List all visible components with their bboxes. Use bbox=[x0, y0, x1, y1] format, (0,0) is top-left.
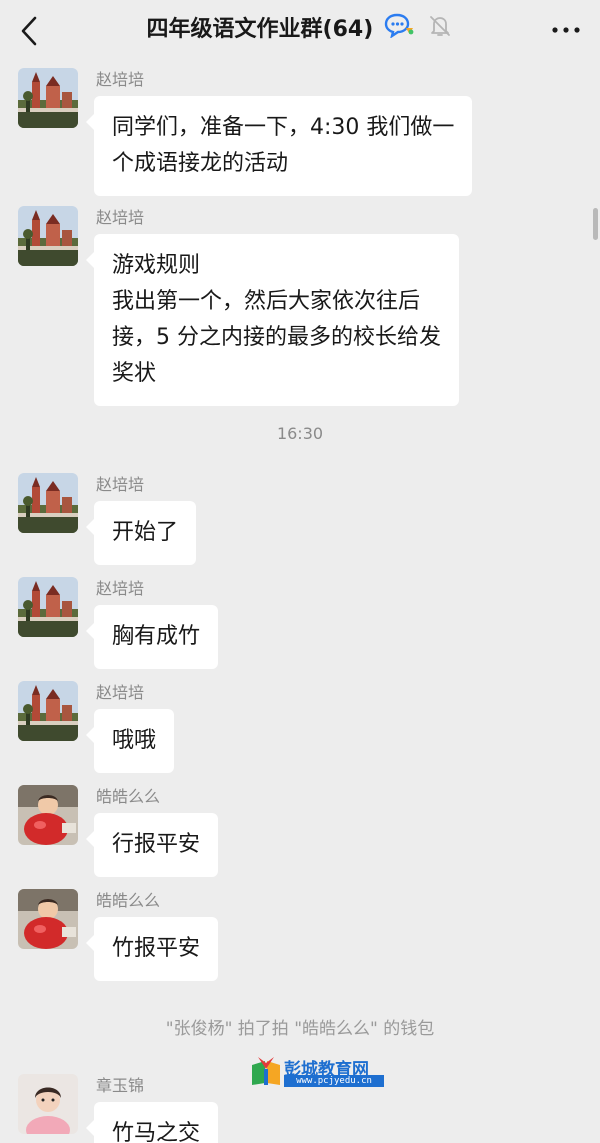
sender-name: 赵培培 bbox=[96, 579, 145, 598]
message-text-line: 竹马之交 bbox=[112, 1121, 201, 1143]
avatar[interactable] bbox=[18, 577, 78, 637]
castle-photo-icon bbox=[18, 681, 78, 741]
child-red-photo-icon bbox=[18, 889, 78, 949]
message-text-line: 我出第一个，然后大家依次往后 bbox=[112, 289, 421, 314]
message-bubble[interactable]: 同学们，准备一下，4:30 我们做一 个成语接龙的活动 bbox=[85, 96, 473, 196]
title-icons bbox=[384, 12, 453, 51]
avatar[interactable] bbox=[18, 206, 78, 266]
chat-header: 四年级语文作业群(64) bbox=[0, 0, 600, 64]
message-list[interactable]: 赵培培 同学们，准备一下，4:30 我们做一 个成语接龙的活动 赵培培 游戏规则… bbox=[0, 64, 600, 1143]
avatar[interactable] bbox=[18, 889, 78, 949]
sender-name: 赵培培 bbox=[96, 683, 145, 702]
avatar[interactable] bbox=[18, 681, 78, 741]
sender-name: 皓皓么么 bbox=[96, 787, 161, 806]
sender-name: 章玉锦 bbox=[96, 1076, 145, 1095]
avatar[interactable] bbox=[18, 1074, 78, 1134]
child-pink-photo-icon bbox=[18, 1074, 78, 1134]
avatar[interactable] bbox=[18, 785, 78, 845]
message-bubble[interactable]: 哦哦 bbox=[85, 709, 175, 773]
scrollbar[interactable] bbox=[593, 208, 598, 240]
timestamp: 16:30 bbox=[276, 424, 324, 443]
message-bubble[interactable]: 胸有成竹 bbox=[85, 605, 219, 669]
watermark-url: www.pcjyedu.cn bbox=[284, 1075, 384, 1087]
sender-name: 皓皓么么 bbox=[96, 891, 161, 910]
message-text-line: 行报平安 bbox=[112, 832, 201, 857]
avatar[interactable] bbox=[18, 473, 78, 533]
message-text-line: 接，5 分之内接的最多的校长给发 bbox=[112, 325, 441, 350]
title-container: 四年级语文作业群(64) bbox=[0, 12, 600, 48]
message-text-line: 胸有成竹 bbox=[112, 624, 201, 649]
message-bubble[interactable]: 竹报平安 bbox=[85, 917, 219, 981]
message-bubble[interactable]: 行报平安 bbox=[85, 813, 219, 877]
castle-photo-icon bbox=[18, 473, 78, 533]
more-dots-icon bbox=[552, 27, 580, 33]
sender-name: 赵培培 bbox=[96, 208, 145, 227]
sender-name: 赵培培 bbox=[96, 475, 145, 494]
more-button[interactable] bbox=[548, 16, 584, 44]
system-notice: "张俊杨" 拍了拍 "皓皓么么" 的钱包 bbox=[165, 1019, 435, 1039]
message-text-line: 开始了 bbox=[112, 520, 179, 545]
mute-bell-icon bbox=[430, 16, 451, 36]
group-chat-badge-icon bbox=[385, 13, 414, 39]
message-bubble[interactable]: 开始了 bbox=[85, 501, 197, 565]
message-bubble[interactable]: 竹马之交 bbox=[85, 1102, 219, 1143]
watermark: 彭城教育网 www.pcjyedu.cn bbox=[250, 1055, 384, 1089]
message-text-line: 竹报平安 bbox=[112, 936, 201, 961]
message-text-line: 游戏规则 bbox=[112, 253, 201, 278]
message-bubble[interactable]: 游戏规则 我出第一个，然后大家依次往后 接，5 分之内接的最多的校长给发 奖状 bbox=[86, 234, 459, 406]
child-red-photo-icon bbox=[18, 785, 78, 845]
sender-name: 赵培培 bbox=[96, 70, 145, 89]
message-text-line: 同学们，准备一下，4:30 我们做一 bbox=[112, 115, 455, 140]
chat-title: 四年级语文作业群(64) bbox=[146, 17, 374, 42]
book-logo-icon bbox=[252, 1057, 280, 1085]
castle-photo-icon bbox=[18, 206, 78, 266]
message-text-line: 奖状 bbox=[112, 361, 157, 386]
castle-photo-icon bbox=[18, 577, 78, 637]
message-text-line: 个成语接龙的活动 bbox=[112, 151, 289, 176]
message-text-line: 哦哦 bbox=[112, 728, 157, 753]
avatar[interactable] bbox=[18, 68, 78, 128]
castle-photo-icon bbox=[18, 68, 78, 128]
